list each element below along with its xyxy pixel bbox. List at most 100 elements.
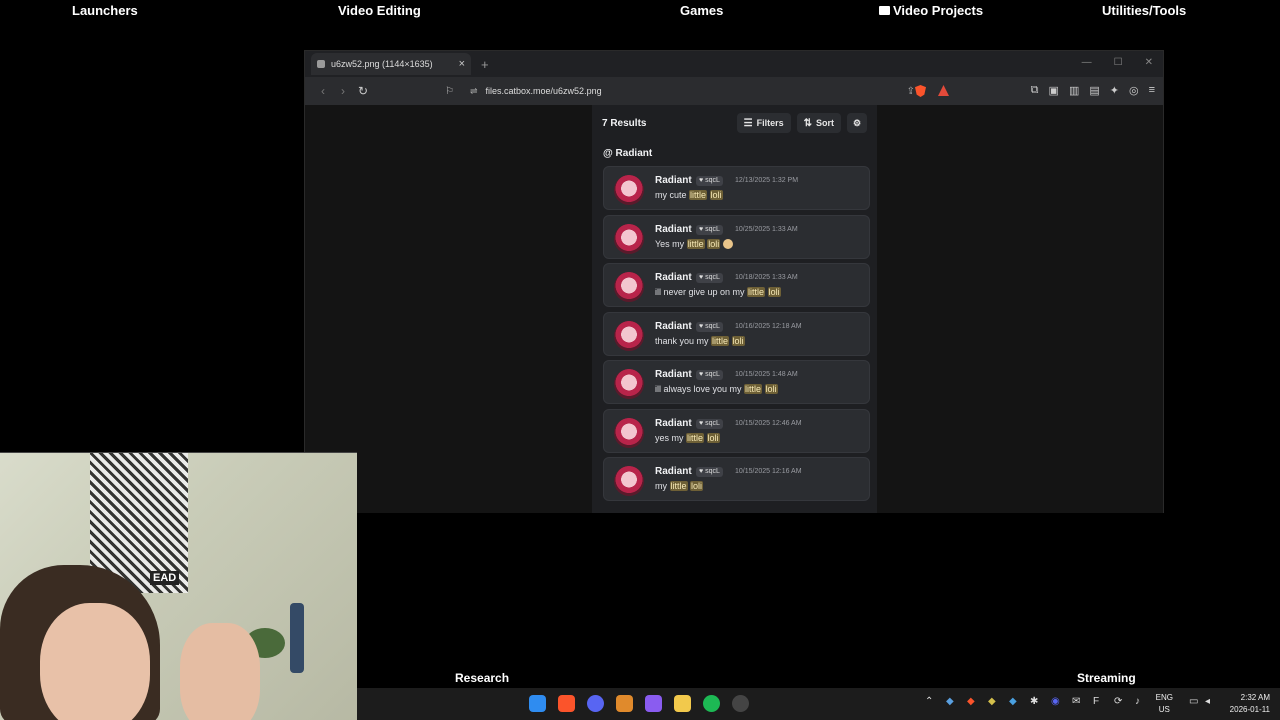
language-indicator[interactable]: ENG US [1156,692,1173,716]
folder-label: Video Projects [893,3,984,18]
server-tag: ♥ sqcL [696,418,723,429]
url-text[interactable]: files.catbox.moe/u6zw52.png [486,86,907,96]
rewards-badge: 1 [946,85,949,88]
wallet-icon[interactable]: ▤ [1089,84,1099,97]
lang-top: ENG [1155,693,1173,702]
search-highlight: little [689,190,708,200]
message-timestamp: 10/16/2025 12:18 AM [735,322,802,330]
search-highlight: loli [767,287,781,297]
file-explorer-icon[interactable] [674,695,691,712]
extensions-icon[interactable]: ⧉ [1031,84,1039,97]
message-text-pre: ill never give up on my [655,287,748,297]
site-info-icon[interactable]: ⇌ [470,86,478,97]
desktop: Launchers Video Editing Games Video Proj… [0,0,1280,720]
server-tag-text: sqcL [705,274,720,281]
volume-icon[interactable]: ◂ [1205,696,1210,707]
search-highlight: little [744,384,763,394]
back-button[interactable]: ‹ [313,84,333,98]
message-timestamp: 10/18/2025 1:33 AM [735,274,798,281]
app-tray-icon[interactable]: ◆ [988,696,996,707]
desktop-folder-utilities-tools[interactable]: Utilities/Tools [1102,3,1186,18]
vpn-icon[interactable]: ◎ [1129,84,1139,97]
share-icon[interactable]: ⇪ [907,86,915,97]
start-button-icon[interactable] [529,695,546,712]
brave-tray-icon[interactable]: ◆ [967,696,975,707]
desktop-folder-research[interactable]: Research [455,671,509,685]
person-hand [180,623,260,720]
message-timestamp: 10/15/2025 12:46 AM [735,419,802,427]
tab-title: u6zw52.png (1144×1635) [331,59,433,69]
cloud-tray-icon[interactable]: ◆ [1009,696,1017,707]
search-result-message: Radiant ♥ sqcL 10/15/2025 12:16 AM my littl… [603,457,870,501]
message-author: Radiant [655,175,692,186]
sort-icon: ⇅ [803,117,812,129]
spotify-taskbar-icon[interactable] [703,695,720,712]
message-timestamp: 10/15/2025 12:16 AM [735,468,802,475]
brave-taskbar-icon[interactable] [558,695,575,712]
search-highlight: loli [690,481,704,491]
server-tag-text: sqcL [705,419,720,427]
search-highlight: little [711,335,730,346]
filters-icon: ☰ [743,117,753,129]
desktop-folder-video-projects[interactable]: Video Projects [879,3,983,18]
sort-label: Sort [816,118,834,128]
desktop-folder-video-editing[interactable]: Video Editing [338,3,421,18]
avatar [614,272,644,302]
avatar [614,417,644,448]
desktop-folder-games[interactable]: Games [680,3,723,18]
font-tray-icon[interactable]: F [1093,696,1099,707]
gear-tray-icon[interactable]: ✱ [1030,696,1038,707]
screenshot-icon[interactable]: ▣ [1049,84,1059,97]
emoji-icon [723,239,734,250]
window-close-icon[interactable]: ✕ [1145,57,1153,68]
address-bar[interactable]: ⚐ ⇌ files.catbox.moe/u6zw52.png ⇪ [445,80,915,102]
server-tag: ♥ sqcL [696,176,723,186]
desktop-folder-streaming[interactable]: Streaming [1077,671,1136,685]
tab-close-icon[interactable]: × [459,58,465,70]
tray-expand-icon[interactable]: ⌃ [925,696,933,707]
browser-toolbar: ‹ › ↻ ⚐ ⇌ files.catbox.moe/u6zw52.png ⇪ … [305,77,1163,105]
browser-tab[interactable]: u6zw52.png (1144×1635) × [311,53,471,75]
microphone-icon[interactable]: ♪ [1135,696,1140,707]
obs-taskbar-icon[interactable] [732,695,749,712]
obsidian-taskbar-icon[interactable] [645,695,662,712]
folder-icon [879,6,890,15]
message-author: Radiant [655,272,692,283]
tab-bar: u6zw52.png (1144×1635) × + — ☐ ✕ [305,51,1163,77]
leo-ai-icon[interactable]: ✦ [1110,84,1119,97]
search-highlight: loli [706,432,720,443]
search-highlight: loli [764,384,778,394]
toolbar-icons: ⧉ ▣ ▥ ▤ ✦ ◎ ≡ [1031,84,1155,97]
server-tag: ♥ sqcL [696,467,723,477]
search-highlight: loli [709,190,723,200]
clock-time: 2:32 AM [1240,693,1270,702]
bookmark-icon[interactable]: ⚐ [445,86,454,97]
brave-shields-icon[interactable] [915,85,926,97]
new-tab-button[interactable]: + [481,57,489,72]
reload-button[interactable]: ↻ [353,84,373,98]
sync-tray-icon[interactable]: ⟳ [1114,696,1122,707]
message-text-pre: my [655,481,670,491]
search-result-message: Radiant ♥ sqcL 10/16/2025 12:18 AM thank yo… [603,311,870,356]
poster-text: EAD [150,571,180,585]
avatar [614,369,644,399]
steam-tray-icon[interactable]: ◆ [946,696,954,707]
media-tray-icon[interactable]: ✉ [1072,696,1080,707]
maximize-icon[interactable]: ☐ [1114,57,1123,68]
desktop-folder-launchers[interactable]: Launchers [72,3,138,18]
discord-taskbar-icon[interactable] [587,695,604,712]
sidebar-icon[interactable]: ▥ [1069,84,1079,97]
discord-tray-icon[interactable]: ◉ [1051,696,1060,707]
server-tag-text: sqcL [705,225,720,233]
person-face [40,603,150,720]
menu-icon[interactable]: ≡ [1149,84,1155,97]
firefox-taskbar-icon[interactable] [616,695,633,712]
avatar [614,466,644,496]
network-icon[interactable]: ▭ [1189,696,1198,707]
system-clock[interactable]: 2:32 AM 2026-01-11 [1230,692,1270,716]
minimize-icon[interactable]: — [1082,57,1092,68]
clock-date: 2026-01-11 [1229,705,1270,714]
server-tag: ♥ sqcL [696,370,723,380]
forward-button[interactable]: › [333,84,353,98]
brave-rewards-icon[interactable]: 1 [938,85,949,96]
